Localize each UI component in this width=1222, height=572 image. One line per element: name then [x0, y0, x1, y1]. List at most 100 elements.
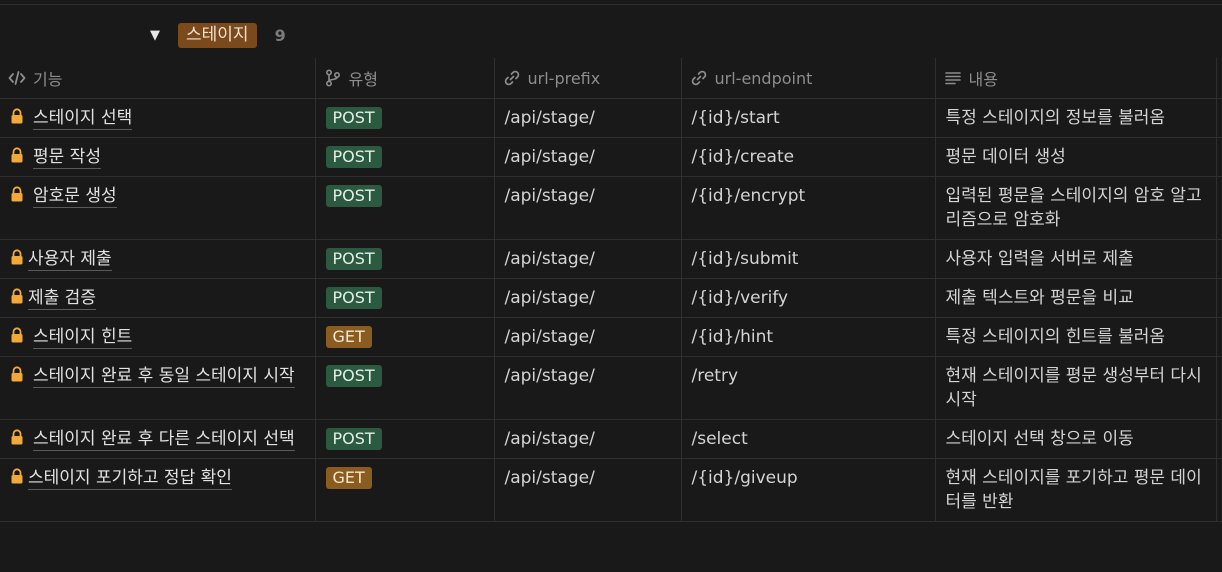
row-title[interactable]: 평문 작성	[33, 147, 101, 169]
cell-type[interactable]: POST	[315, 278, 495, 318]
cell-url-endpoint[interactable]: /retry	[681, 356, 936, 420]
column-header-url-prefix[interactable]: url-prefix	[494, 58, 682, 99]
cell-overflow	[1216, 458, 1222, 522]
column-label: url-endpoint	[714, 68, 813, 88]
table-row[interactable]: 암호문 생성 POST/api/stage/ /{id}/encrypt 입력된 평문…	[0, 176, 1222, 240]
cell-feature[interactable]: 스테이지 포기하고 정답 확인	[0, 458, 316, 522]
cell-url-endpoint[interactable]: /{id}/verify	[681, 278, 936, 318]
cell-url-endpoint[interactable]: /{id}/hint	[681, 317, 936, 357]
row-title[interactable]: 스테이지 완료 후 동일 스테이지 시작	[33, 366, 295, 388]
url-endpoint-text: /select	[691, 429, 748, 449]
lock-icon	[11, 366, 23, 382]
column-header-overflow	[1216, 58, 1222, 99]
column-header-url-endpoint[interactable]: url-endpoint	[681, 58, 936, 99]
cell-url-endpoint[interactable]: /{id}/encrypt	[681, 176, 936, 240]
cell-url-endpoint[interactable]: /{id}/start	[681, 98, 936, 138]
cell-content[interactable]: 사용자 입력을 서버로 제출	[935, 239, 1217, 279]
group-count: 9	[274, 25, 286, 45]
cell-content[interactable]: 특정 스테이지의 힌트를 불러옴	[935, 317, 1217, 357]
cell-url-prefix[interactable]: /api/stage/	[494, 278, 682, 318]
cell-url-prefix[interactable]: /api/stage/	[494, 317, 682, 357]
lock-icon	[11, 468, 23, 484]
cell-content[interactable]: 현재 스테이지를 포기하고 평문 데이터를 반환	[935, 458, 1217, 522]
method-badge: GET	[325, 467, 372, 489]
database-view: ▼ 스테이지 9 기능 유형 url-prefix url-endpoint 내…	[0, 0, 1222, 572]
cell-type[interactable]: GET	[315, 458, 495, 522]
lock-icon	[11, 108, 23, 124]
cell-url-endpoint[interactable]: /{id}/submit	[681, 239, 936, 279]
cell-content[interactable]: 평문 데이터 생성	[935, 137, 1217, 177]
column-label: 유형	[348, 70, 378, 89]
cell-content[interactable]: 현재 스테이지를 평문 생성부터 다시 시작	[935, 356, 1217, 420]
url-endpoint-text: /{id}/hint	[691, 327, 774, 347]
cell-url-prefix[interactable]: /api/stage/	[494, 239, 682, 279]
cell-feature[interactable]: 평문 작성	[0, 137, 316, 177]
column-header-type[interactable]: 유형	[315, 58, 495, 99]
link-icon	[504, 70, 519, 86]
url-endpoint-text: /{id}/encrypt	[691, 186, 806, 206]
column-header-content[interactable]: 내용	[935, 58, 1217, 99]
cell-url-endpoint[interactable]: /{id}/giveup	[681, 458, 936, 522]
row-title[interactable]: 제출 검증	[28, 288, 96, 310]
cell-url-prefix[interactable]: /api/stage/	[494, 458, 682, 522]
cell-content[interactable]: 입력된 평문을 스테이지의 암호 알고리즘으로 암호화	[935, 176, 1217, 240]
cell-feature[interactable]: 스테이지 완료 후 동일 스테이지 시작	[0, 356, 316, 420]
cell-feature[interactable]: 사용자 제출	[0, 239, 316, 279]
cell-type[interactable]: POST	[315, 137, 495, 177]
row-title[interactable]: 스테이지 선택	[33, 108, 133, 130]
content-text: 현재 스테이지를 포기하고 평문 데이터를 반환	[945, 468, 1202, 512]
cell-type[interactable]: POST	[315, 239, 495, 279]
triangle-down-icon[interactable]: ▼	[150, 28, 166, 43]
content-text: 특정 스테이지의 정보를 불러옴	[945, 108, 1166, 128]
cell-feature[interactable]: 스테이지 선택	[0, 98, 316, 138]
url-prefix-text: /api/stage/	[504, 468, 595, 488]
table-row[interactable]: 제출 검증 POST/api/stage/ /{id}/verify 제출 텍스트와 …	[0, 278, 1222, 318]
cell-type[interactable]: GET	[315, 317, 495, 357]
group-tag[interactable]: 스테이지	[178, 22, 257, 48]
table-row[interactable]: 스테이지 완료 후 다른 스테이지 선택 POST/api/stage/ /sele…	[0, 419, 1222, 459]
cell-content[interactable]: 스테이지 선택 창으로 이동	[935, 419, 1217, 459]
cell-content[interactable]: 제출 텍스트와 평문을 비교	[935, 278, 1217, 318]
table-row[interactable]: 스테이지 힌트 GET/api/stage/ /{id}/hint 특정 스테이지의 …	[0, 317, 1222, 357]
row-title[interactable]: 스테이지 포기하고 정답 확인	[28, 468, 232, 490]
lock-icon	[11, 288, 23, 304]
cell-feature[interactable]: 스테이지 힌트	[0, 317, 316, 357]
cell-url-prefix[interactable]: /api/stage/	[494, 356, 682, 420]
table-row[interactable]: 사용자 제출 POST/api/stage/ /{id}/submit 사용자 입력을…	[0, 239, 1222, 279]
cell-type[interactable]: POST	[315, 98, 495, 138]
cell-feature[interactable]: 스테이지 완료 후 다른 스테이지 선택	[0, 419, 316, 459]
cell-type[interactable]: POST	[315, 356, 495, 420]
table-row[interactable]: 스테이지 포기하고 정답 확인 GET/api/stage/ /{id}/giveu…	[0, 458, 1222, 522]
cell-type[interactable]: POST	[315, 176, 495, 240]
column-header-feature[interactable]: 기능	[0, 58, 316, 99]
lock-icon	[11, 186, 23, 202]
cell-url-endpoint[interactable]: /{id}/create	[681, 137, 936, 177]
table-row[interactable]: 스테이지 선택 POST/api/stage/ /{id}/start 특정 스테이지…	[0, 98, 1222, 138]
row-title[interactable]: 암호문 생성	[33, 186, 117, 208]
cell-overflow	[1216, 317, 1222, 357]
cell-feature[interactable]: 암호문 생성	[0, 176, 316, 240]
branch-icon	[325, 69, 340, 87]
row-title[interactable]: 사용자 제출	[28, 249, 112, 271]
cell-url-prefix[interactable]: /api/stage/	[494, 176, 682, 240]
cell-url-prefix[interactable]: /api/stage/	[494, 137, 682, 177]
cell-overflow	[1216, 98, 1222, 138]
cell-url-prefix[interactable]: /api/stage/	[494, 419, 682, 459]
cell-type[interactable]: POST	[315, 419, 495, 459]
content-text: 제출 텍스트와 평문을 비교	[945, 288, 1134, 308]
content-text: 스테이지 선택 창으로 이동	[945, 429, 1134, 449]
cell-overflow	[1216, 356, 1222, 420]
cell-content[interactable]: 특정 스테이지의 정보를 불러옴	[935, 98, 1217, 138]
cell-url-endpoint[interactable]: /select	[681, 419, 936, 459]
cell-url-prefix[interactable]: /api/stage/	[494, 98, 682, 138]
cell-feature[interactable]: 제출 검증	[0, 278, 316, 318]
row-title[interactable]: 스테이지 완료 후 다른 스테이지 선택	[33, 429, 295, 451]
top-divider	[0, 4, 1222, 5]
table-row[interactable]: 평문 작성 POST/api/stage/ /{id}/create 평문 데이터 생…	[0, 137, 1222, 177]
url-endpoint-text: /{id}/start	[691, 108, 780, 128]
table-row[interactable]: 스테이지 완료 후 동일 스테이지 시작 POST/api/stage/ /retr…	[0, 356, 1222, 420]
column-label: 내용	[968, 70, 998, 89]
content-text: 현재 스테이지를 평문 생성부터 다시 시작	[945, 366, 1202, 410]
url-prefix-text: /api/stage/	[504, 327, 595, 347]
row-title[interactable]: 스테이지 힌트	[33, 327, 133, 349]
